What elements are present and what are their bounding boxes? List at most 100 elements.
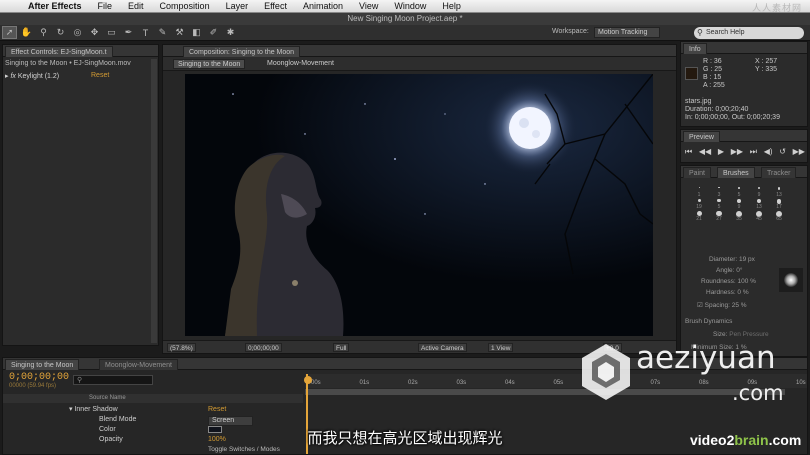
first-frame-icon[interactable]: ⏮	[685, 147, 692, 157]
brush-size-select[interactable]: Pen Pressure	[729, 331, 768, 338]
pan-behind-tool-icon[interactable]: ✥	[87, 26, 102, 39]
brush-tip[interactable]: 1	[689, 186, 709, 198]
brush-tip[interactable]: 19	[689, 198, 709, 210]
tab-composition[interactable]: Composition: Singing to the Moon	[183, 46, 301, 57]
brush-preview	[779, 268, 803, 292]
current-time-field[interactable]: 0;00;00;00	[245, 343, 282, 352]
timeline-search-input[interactable]: ⚲	[73, 375, 153, 385]
camera-select[interactable]: Active Camera	[418, 343, 467, 352]
view-layout-select[interactable]: 1 View	[488, 343, 514, 352]
pen-tool-icon[interactable]: ✒	[121, 26, 136, 39]
loop-icon[interactable]: ↺	[779, 147, 786, 157]
tab-brushes[interactable]: Brushes	[717, 167, 755, 178]
layer-row-inner-shadow[interactable]: ▾ Inner Shadow Reset	[3, 405, 303, 415]
brush-tip-dot	[756, 199, 762, 204]
next-frame-icon[interactable]: ▶▶	[731, 147, 743, 157]
row-reset-link[interactable]: Reset	[208, 405, 226, 415]
search-help-field[interactable]: ⚲ Search Help	[694, 27, 804, 39]
playhead-handle[interactable]	[304, 376, 312, 384]
tab-timeline-singing[interactable]: Singing to the Moon	[5, 359, 80, 370]
resolution-select[interactable]: Full	[333, 343, 350, 352]
brush-tip-size: 45	[756, 216, 762, 222]
info-duration: Duration: 0;00;20;40	[685, 106, 749, 113]
selection-tool-icon[interactable]: ➚	[2, 26, 17, 39]
effect-keylight-row[interactable]: ▸ fx Keylight (1.2) Reset	[5, 72, 155, 82]
eraser-tool-icon[interactable]: ◧	[189, 26, 204, 39]
brush-tip[interactable]: 3	[709, 186, 729, 198]
brush-tip-dot	[737, 199, 741, 203]
menu-composition[interactable]: Composition	[152, 1, 218, 11]
menu-effect[interactable]: Effect	[256, 1, 295, 11]
spacing-checkbox[interactable]: ☑	[697, 302, 705, 309]
comp-breadcrumb-singing[interactable]: Singing to the Moon	[173, 59, 246, 69]
workspace-select[interactable]: Motion Tracking	[594, 27, 660, 38]
brush-tip[interactable]: 5	[729, 186, 749, 198]
hand-tool-icon[interactable]: ✋	[19, 26, 34, 39]
brush-tip[interactable]: 45	[749, 210, 769, 222]
tools-toolbar: ➚ ✋ ⚲ ↻ ◎ ✥ ▭ ✒ T ✎ ⚒ ◧ ✐ ✱ Workspace: M…	[0, 25, 810, 41]
tab-timeline-moonglow[interactable]: Moonglow-Movement	[99, 359, 178, 370]
effect-controls-scrollbar[interactable]	[151, 59, 157, 343]
brush-tip[interactable]: 13	[769, 186, 789, 198]
camera-tool-icon[interactable]: ◎	[70, 26, 85, 39]
menu-window[interactable]: Window	[386, 1, 434, 11]
tab-effect-controls[interactable]: Effect Controls: EJ-SingMoon.t	[5, 46, 113, 57]
color-swatch	[685, 67, 698, 80]
tab-info[interactable]: Info	[683, 43, 707, 54]
menu-help[interactable]: Help	[434, 1, 469, 11]
brush-diameter[interactable]: Diameter: 19 px	[709, 256, 755, 263]
brush-tip[interactable]: 5	[709, 198, 729, 210]
menu-layer[interactable]: Layer	[218, 1, 257, 11]
expand-triangle-icon[interactable]: ▸ fx	[5, 73, 18, 80]
play-icon[interactable]: ▶	[718, 147, 724, 157]
brush-roundness[interactable]: Roundness: 100 %	[701, 278, 756, 285]
effect-reset-link[interactable]: Reset	[91, 72, 109, 79]
tab-preview[interactable]: Preview	[683, 131, 720, 142]
type-tool-icon[interactable]: T	[138, 26, 153, 39]
layer-row-blend-mode[interactable]: Blend Mode Screen	[3, 415, 303, 426]
brush-tip-dot	[776, 199, 782, 204]
brush-hardness[interactable]: Hardness: 0 %	[706, 289, 749, 296]
comp-breadcrumb-moonglow[interactable]: Moonglow-Movement	[263, 59, 338, 69]
zoom-tool-icon[interactable]: ⚲	[36, 26, 51, 39]
menu-app[interactable]: After Effects	[20, 1, 90, 11]
brush-tool-icon[interactable]: ✎	[155, 26, 170, 39]
menu-bar: After Effects File Edit Composition Laye…	[0, 0, 810, 13]
brush-tip-size: 65	[776, 216, 782, 222]
brush-tip[interactable]: 13	[749, 198, 769, 210]
info-b: B : 15	[703, 74, 722, 81]
puppet-tool-icon[interactable]: ✱	[223, 26, 238, 39]
rectangle-tool-icon[interactable]: ▭	[104, 26, 119, 39]
brush-tip[interactable]: 9	[729, 198, 749, 210]
menu-animation[interactable]: Animation	[295, 1, 351, 11]
clone-stamp-tool-icon[interactable]: ⚒	[172, 26, 187, 39]
brush-tip-dot	[698, 187, 700, 188]
timeline-current-time[interactable]: 0;00;00;00	[9, 372, 69, 383]
composition-tab-strip: Composition: Singing to the Moon	[163, 45, 676, 57]
zoom-select[interactable]: (57.8%)	[167, 343, 196, 352]
brush-tip-grid: 1 3 5 9 13 19 5 9 13 17 21 27 35 45 65	[689, 186, 789, 222]
brush-angle[interactable]: Angle: 0°	[716, 267, 742, 274]
composition-viewer[interactable]	[185, 74, 653, 336]
brush-tip[interactable]: 35	[729, 210, 749, 222]
ruler-tick-label: 10s	[796, 380, 806, 386]
last-frame-icon[interactable]: ⏭	[750, 147, 757, 157]
brush-tip[interactable]: 27	[709, 210, 729, 222]
brush-tip[interactable]: 9	[749, 186, 769, 198]
row-label: Blend Mode	[99, 416, 137, 423]
audio-icon[interactable]: ◀)	[764, 147, 773, 157]
menu-edit[interactable]: Edit	[120, 1, 152, 11]
rotate-tool-icon[interactable]: ↻	[53, 26, 68, 39]
previous-frame-icon[interactable]: ◀◀	[699, 147, 711, 157]
brush-tip[interactable]: 65	[769, 210, 789, 222]
brush-tip[interactable]: 17	[769, 198, 789, 210]
menu-file[interactable]: File	[90, 1, 121, 11]
work-area-bar[interactable]	[305, 389, 785, 395]
menu-view[interactable]: View	[351, 1, 386, 11]
brush-spacing[interactable]: ☑ Spacing: 25 %	[697, 301, 747, 309]
brush-tip[interactable]: 21	[689, 210, 709, 222]
tab-tracker[interactable]: Tracker	[761, 167, 797, 178]
roto-brush-tool-icon[interactable]: ✐	[206, 26, 221, 39]
ram-preview-icon[interactable]: ▶▶	[793, 147, 805, 157]
tab-paint[interactable]: Paint	[683, 167, 711, 178]
